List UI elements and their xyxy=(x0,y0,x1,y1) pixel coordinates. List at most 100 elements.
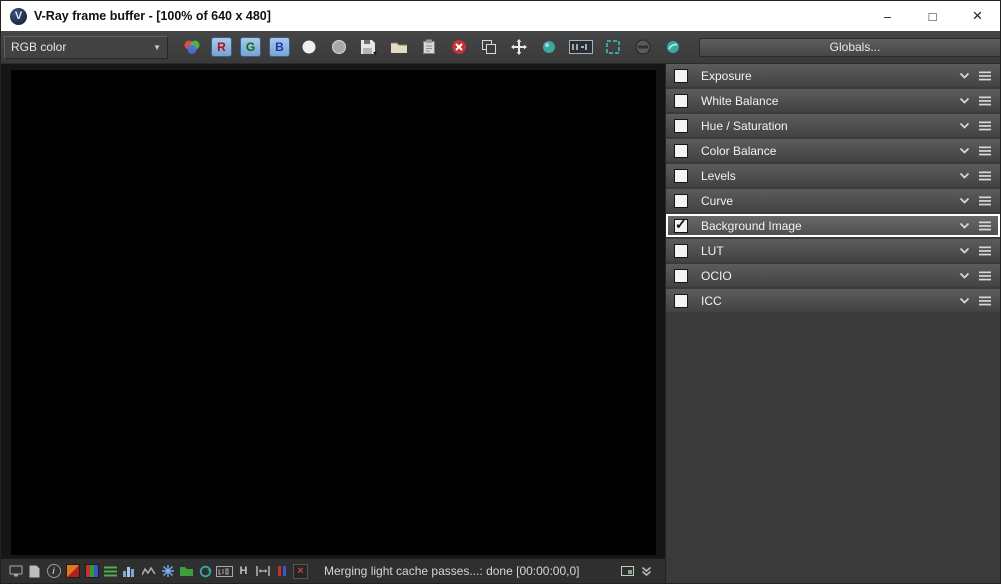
menu-icon[interactable] xyxy=(979,171,991,181)
image-area xyxy=(1,64,665,558)
menu-icon[interactable] xyxy=(979,296,991,306)
chevron-down-icon[interactable] xyxy=(959,172,970,179)
vray-frame-buffer-window: V V-Ray frame buffer - [100% of 640 x 48… xyxy=(0,0,1001,584)
region-render-icon[interactable] xyxy=(601,35,625,59)
menu-icon[interactable] xyxy=(979,121,991,131)
letter-h-icon[interactable]: H xyxy=(235,563,252,580)
viewport-column: i H × Merging light cache passes...: don… xyxy=(1,64,665,583)
minimize-button[interactable]: – xyxy=(865,1,910,31)
row-label: Hue / Saturation xyxy=(701,118,788,133)
chevron-down-icon[interactable] xyxy=(959,147,970,154)
row-label: Curve xyxy=(701,193,734,208)
color-sample-icon[interactable] xyxy=(64,563,81,580)
close-stats-icon[interactable]: × xyxy=(292,563,309,580)
checkbox[interactable] xyxy=(674,68,688,83)
document-icon[interactable] xyxy=(26,563,43,580)
globals-button[interactable]: Globals... xyxy=(699,37,1000,57)
render-image xyxy=(11,70,656,555)
correction-row-icc[interactable]: ICC xyxy=(666,289,1000,312)
list-icon[interactable] xyxy=(102,563,119,580)
chevron-down-icon[interactable] xyxy=(959,97,970,104)
info-icon[interactable]: i xyxy=(45,563,62,580)
rgb-pixels-icon[interactable] xyxy=(83,563,100,580)
window-title: V-Ray frame buffer - [100% of 640 x 480] xyxy=(34,9,271,23)
checkbox[interactable] xyxy=(674,143,688,158)
refresh-icon[interactable] xyxy=(197,563,214,580)
correction-row-hue-saturation[interactable]: Hue / Saturation xyxy=(666,114,1000,137)
menu-icon[interactable] xyxy=(979,271,991,281)
correction-row-curve[interactable]: Curve xyxy=(666,189,1000,212)
menu-icon[interactable] xyxy=(979,146,991,156)
duplicate-window-icon[interactable] xyxy=(477,35,501,59)
checkbox[interactable] xyxy=(674,293,688,308)
corrections-panel: Exposure White Balance Hue / Saturation … xyxy=(665,64,1000,583)
correction-row-color-balance[interactable]: Color Balance xyxy=(666,139,1000,162)
alpha-channel-icon[interactable] xyxy=(327,35,351,59)
maximize-button[interactable]: □ xyxy=(910,1,955,31)
checkbox[interactable] xyxy=(674,118,688,133)
lcd-icon[interactable] xyxy=(216,563,233,580)
row-label: ICC xyxy=(701,293,722,308)
save-image-icon[interactable] xyxy=(357,35,381,59)
content: i H × Merging light cache passes...: don… xyxy=(1,64,1000,583)
render-last-icon[interactable] xyxy=(537,35,561,59)
chevron-down-icon[interactable] xyxy=(959,197,970,204)
monochrome-channel-icon[interactable] xyxy=(297,35,321,59)
menu-icon[interactable] xyxy=(979,96,991,106)
toolbar-left: RGB color ▼ R G B xyxy=(1,31,688,63)
correction-row-exposure[interactable]: Exposure xyxy=(666,64,1000,87)
checkbox[interactable] xyxy=(674,268,688,283)
checkbox[interactable] xyxy=(674,168,688,183)
collapse-chevrons-icon[interactable] xyxy=(638,563,655,580)
vray-logo-icon: V xyxy=(10,7,27,25)
checkbox[interactable] xyxy=(674,193,688,208)
channel-select[interactable]: RGB color ▼ xyxy=(4,35,168,59)
lens-effects-icon[interactable] xyxy=(661,35,685,59)
chevron-down-icon[interactable] xyxy=(959,222,970,229)
row-label: Color Balance xyxy=(701,143,777,158)
chevron-down-icon[interactable] xyxy=(959,272,970,279)
menu-icon[interactable] xyxy=(979,221,991,231)
chevron-down-icon[interactable] xyxy=(959,122,970,129)
correction-row-levels[interactable]: Levels xyxy=(666,164,1000,187)
checkbox[interactable] xyxy=(674,93,688,108)
fit-width-icon[interactable] xyxy=(254,563,271,580)
checkbox[interactable] xyxy=(674,243,688,258)
frame-outline-icon[interactable] xyxy=(619,563,636,580)
titlebar: V V-Ray frame buffer - [100% of 640 x 48… xyxy=(1,1,1000,31)
row-label: White Balance xyxy=(701,93,779,108)
checkbox[interactable] xyxy=(674,216,688,233)
menu-icon[interactable] xyxy=(979,71,991,81)
asterisk-icon[interactable] xyxy=(159,563,176,580)
menu-icon[interactable] xyxy=(979,246,991,256)
folder-icon[interactable] xyxy=(178,563,195,580)
correction-row-ocio[interactable]: OCIO xyxy=(666,264,1000,287)
compare-bars-icon[interactable] xyxy=(273,563,290,580)
row-label: LUT xyxy=(701,243,724,258)
stop-render-icon[interactable] xyxy=(631,35,655,59)
clear-image-icon[interactable] xyxy=(447,35,471,59)
blue-channel-button[interactable]: B xyxy=(269,37,290,57)
window-controls: – □ × xyxy=(865,1,1000,31)
color-channels-icon[interactable] xyxy=(180,35,204,59)
waveform-icon[interactable] xyxy=(140,563,157,580)
monitor-icon[interactable] xyxy=(7,563,24,580)
chevron-down-icon[interactable] xyxy=(959,247,970,254)
correction-row-white-balance[interactable]: White Balance xyxy=(666,89,1000,112)
load-image-icon[interactable] xyxy=(387,35,411,59)
stamp-icon[interactable] xyxy=(567,35,595,59)
menu-icon[interactable] xyxy=(979,196,991,206)
close-button[interactable]: × xyxy=(955,1,1000,31)
track-mouse-icon[interactable] xyxy=(507,35,531,59)
chevron-down-icon[interactable] xyxy=(959,297,970,304)
channel-select-value: RGB color xyxy=(11,40,67,54)
toolbar: RGB color ▼ R G B Globals... xyxy=(1,31,1000,64)
chevron-down-icon[interactable] xyxy=(959,72,970,79)
correction-row-background-image[interactable]: Background Image xyxy=(666,214,1000,237)
histogram-icon[interactable] xyxy=(121,563,138,580)
correction-row-lut[interactable]: LUT xyxy=(666,239,1000,262)
status-message: Merging light cache passes...: done [00:… xyxy=(324,564,580,578)
copy-clipboard-icon[interactable] xyxy=(417,35,441,59)
red-channel-button[interactable]: R xyxy=(211,37,232,57)
green-channel-button[interactable]: G xyxy=(240,37,261,57)
